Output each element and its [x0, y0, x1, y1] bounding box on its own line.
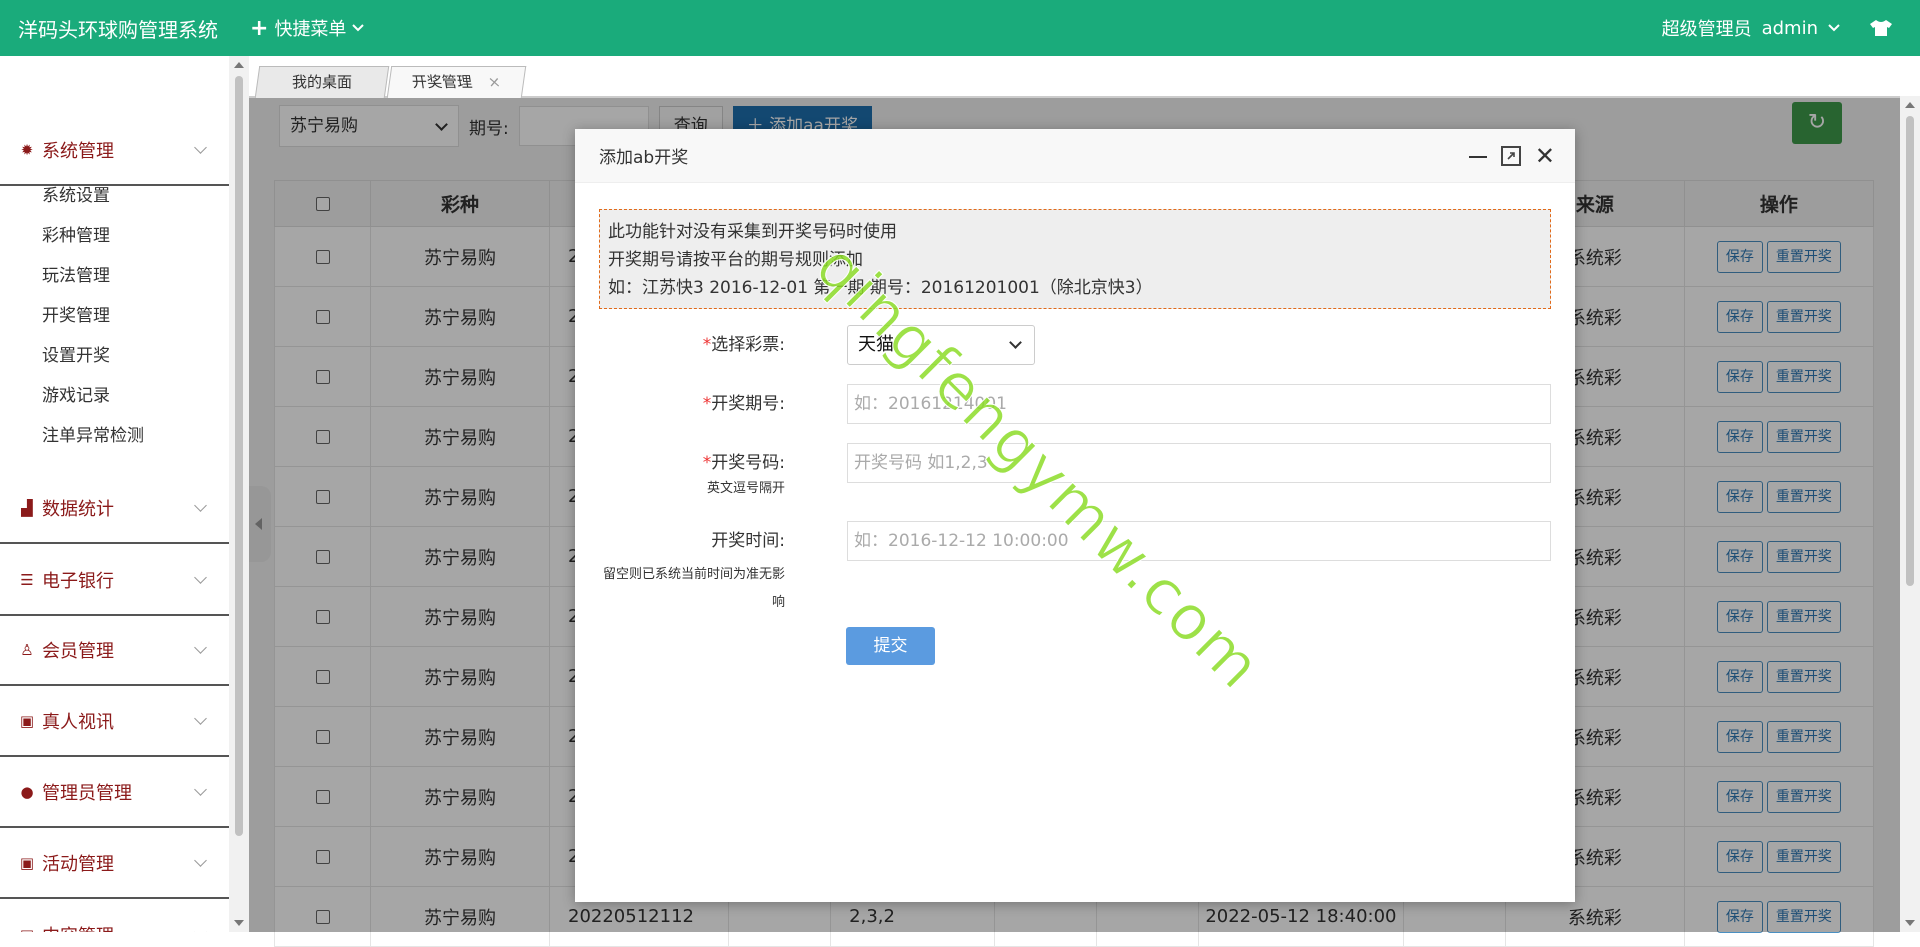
period-field-label: *开奖期号: [702, 394, 785, 414]
plus-icon: + [250, 15, 269, 41]
chevron-down-icon [194, 853, 207, 867]
menu-group-label: 系统管理 [42, 141, 114, 162]
sidebar-item-lottery-types[interactable]: 彩种管理 [42, 216, 144, 256]
sidebar-item-draw-management[interactable]: 开奖管理 [42, 296, 144, 336]
chevron-down-icon [194, 711, 207, 725]
label-text: 开奖期号: [711, 394, 785, 414]
tab-label: 开奖管理 [410, 73, 474, 91]
label-text: 开奖号码: [711, 453, 785, 473]
gift-icon: ▣ [19, 712, 35, 730]
menu-group-label: 数据统计 [42, 499, 114, 520]
page-scrollbar[interactable] [1900, 96, 1920, 932]
menu-group-label: 活动管理 [42, 854, 114, 875]
minimize-icon[interactable] [1468, 155, 1487, 158]
scroll-thumb[interactable] [235, 76, 243, 836]
dialog-title: 添加ab开奖 [599, 148, 689, 168]
book-icon: ▤ [18, 927, 36, 932]
gift-icon: ▣ [19, 854, 35, 872]
menu-group-label: 会员管理 [42, 641, 114, 662]
sidebar-item-system-settings[interactable]: 系统设置 [42, 176, 144, 216]
close-icon[interactable]: ✕ [1535, 144, 1555, 168]
user-name: admin [1761, 17, 1818, 39]
menu-group-label: 内容管理 [42, 922, 114, 932]
sidebar-item-set-draw[interactable]: 设置开奖 [42, 336, 144, 376]
numbers-field-label: *开奖号码: 英文逗号隔开 [599, 443, 799, 496]
chevron-down-icon [352, 24, 365, 32]
skin-shirt-icon[interactable] [1870, 20, 1892, 36]
notice-line: 开奖期号请按平台的期号规则添加 [608, 250, 863, 270]
top-bar: 洋码头环球购管理系统 + 快捷菜单 超级管理员 admin [0, 0, 1920, 56]
quick-menu-label: 快捷菜单 [274, 19, 347, 40]
scroll-down-arrow[interactable] [234, 920, 244, 926]
app-title: 洋码头环球购管理系统 [18, 17, 218, 42]
tab-label: 我的桌面 [291, 73, 352, 91]
menu-group-ebank[interactable]: ☰ 电子银行 [0, 546, 229, 616]
notice-line: 如：江苏快3 2016-12-01 第一期 期号：20161201001（除北京… [608, 278, 1153, 298]
notice-box: 此功能针对没有采集到开奖号码时使用 开奖期号请按平台的期号规则添加 如：江苏快3… [599, 209, 1551, 309]
numbers-hint: 英文逗号隔开 [706, 481, 785, 496]
maximize-icon[interactable] [1500, 145, 1521, 166]
scroll-thumb[interactable] [1906, 116, 1914, 586]
time-field-label: 开奖时间: 留空则已系统当前时间为准无影响 [599, 521, 799, 617]
tab-draw-management[interactable]: 开奖管理 × [386, 66, 527, 98]
chart-icon: ▟ [21, 499, 33, 517]
sidebar-item-game-records[interactable]: 游戏记录 [42, 376, 144, 416]
user-icon: ♙ [20, 641, 34, 659]
time-hint: 留空则已系统当前时间为准无影响 [602, 567, 785, 610]
chevron-down-icon [194, 640, 207, 654]
menu-group-members[interactable]: ♙ 会员管理 [0, 616, 229, 686]
user-role: 超级管理员 [1661, 19, 1752, 40]
submit-button[interactable]: 提交 [846, 627, 935, 665]
dialog-controls: ✕ [1468, 144, 1575, 168]
list-icon: ☰ [20, 571, 34, 589]
chevron-down-icon[interactable] [1828, 24, 1840, 32]
sidebar-scrollbar[interactable] [229, 56, 249, 932]
submenu-system: 系统设置 彩种管理 玩法管理 开奖管理 设置开奖 游戏记录 注单异常检测 [42, 176, 144, 456]
dialog-header: 添加ab开奖 ✕ [575, 129, 1575, 183]
menu-group-statistics[interactable]: ▟ 数据统计 [0, 474, 229, 544]
lottery-field-label: *选择彩票: [702, 335, 785, 355]
user-area: 超级管理员 admin [1662, 15, 1920, 41]
chevron-down-icon [194, 570, 207, 584]
notice-line: 此功能针对没有采集到开奖号码时使用 [608, 222, 897, 242]
label-text: 开奖时间: [711, 531, 785, 551]
quick-menu-button[interactable]: + 快捷菜单 [250, 15, 365, 41]
chevron-down-icon [194, 498, 207, 512]
menu-group-label: 电子银行 [42, 571, 114, 592]
sidebar: ✹ 系统管理 系统设置 彩种管理 玩法管理 开奖管理 设置开奖 游戏记录 注单异… [0, 56, 232, 932]
menu-group-label: 管理员管理 [42, 783, 132, 804]
user-menu-button[interactable]: admin [1762, 18, 1818, 39]
time-field-input[interactable]: 如：2016-12-12 10:00:00 [847, 521, 1551, 561]
menu-group-label: 真人视讯 [42, 712, 114, 733]
numbers-field-input[interactable]: 开奖号码 如1,2,3 [847, 443, 1551, 483]
scroll-up-arrow[interactable] [1905, 102, 1915, 108]
sidebar-item-play-methods[interactable]: 玩法管理 [42, 256, 144, 296]
sidebar-item-bet-anomaly[interactable]: 注单异常检测 [42, 416, 144, 456]
chevron-down-icon [194, 140, 207, 154]
tab-bar: 我的桌面 开奖管理 × [249, 56, 1900, 98]
scroll-down-arrow[interactable] [1905, 920, 1915, 926]
menu-group-activities[interactable]: ▣ 活动管理 [0, 829, 229, 899]
menu-group-admins[interactable]: ● 管理员管理 [0, 758, 229, 828]
scroll-up-arrow[interactable] [234, 62, 244, 68]
label-text: 选择彩票: [711, 335, 785, 355]
gear-icon: ✹ [20, 141, 34, 159]
tab-desktop[interactable]: 我的桌面 [254, 66, 390, 98]
person-icon: ● [20, 783, 34, 801]
field-row-period: *开奖期号: 如：20161214001 [599, 384, 1551, 424]
close-icon[interactable]: × [486, 67, 503, 97]
chevron-down-icon [194, 925, 207, 932]
chevron-down-icon [194, 782, 207, 796]
menu-group-live-video[interactable]: ▣ 真人视讯 [0, 687, 229, 757]
menu-group-content[interactable]: ▤ 内容管理 [0, 900, 229, 932]
